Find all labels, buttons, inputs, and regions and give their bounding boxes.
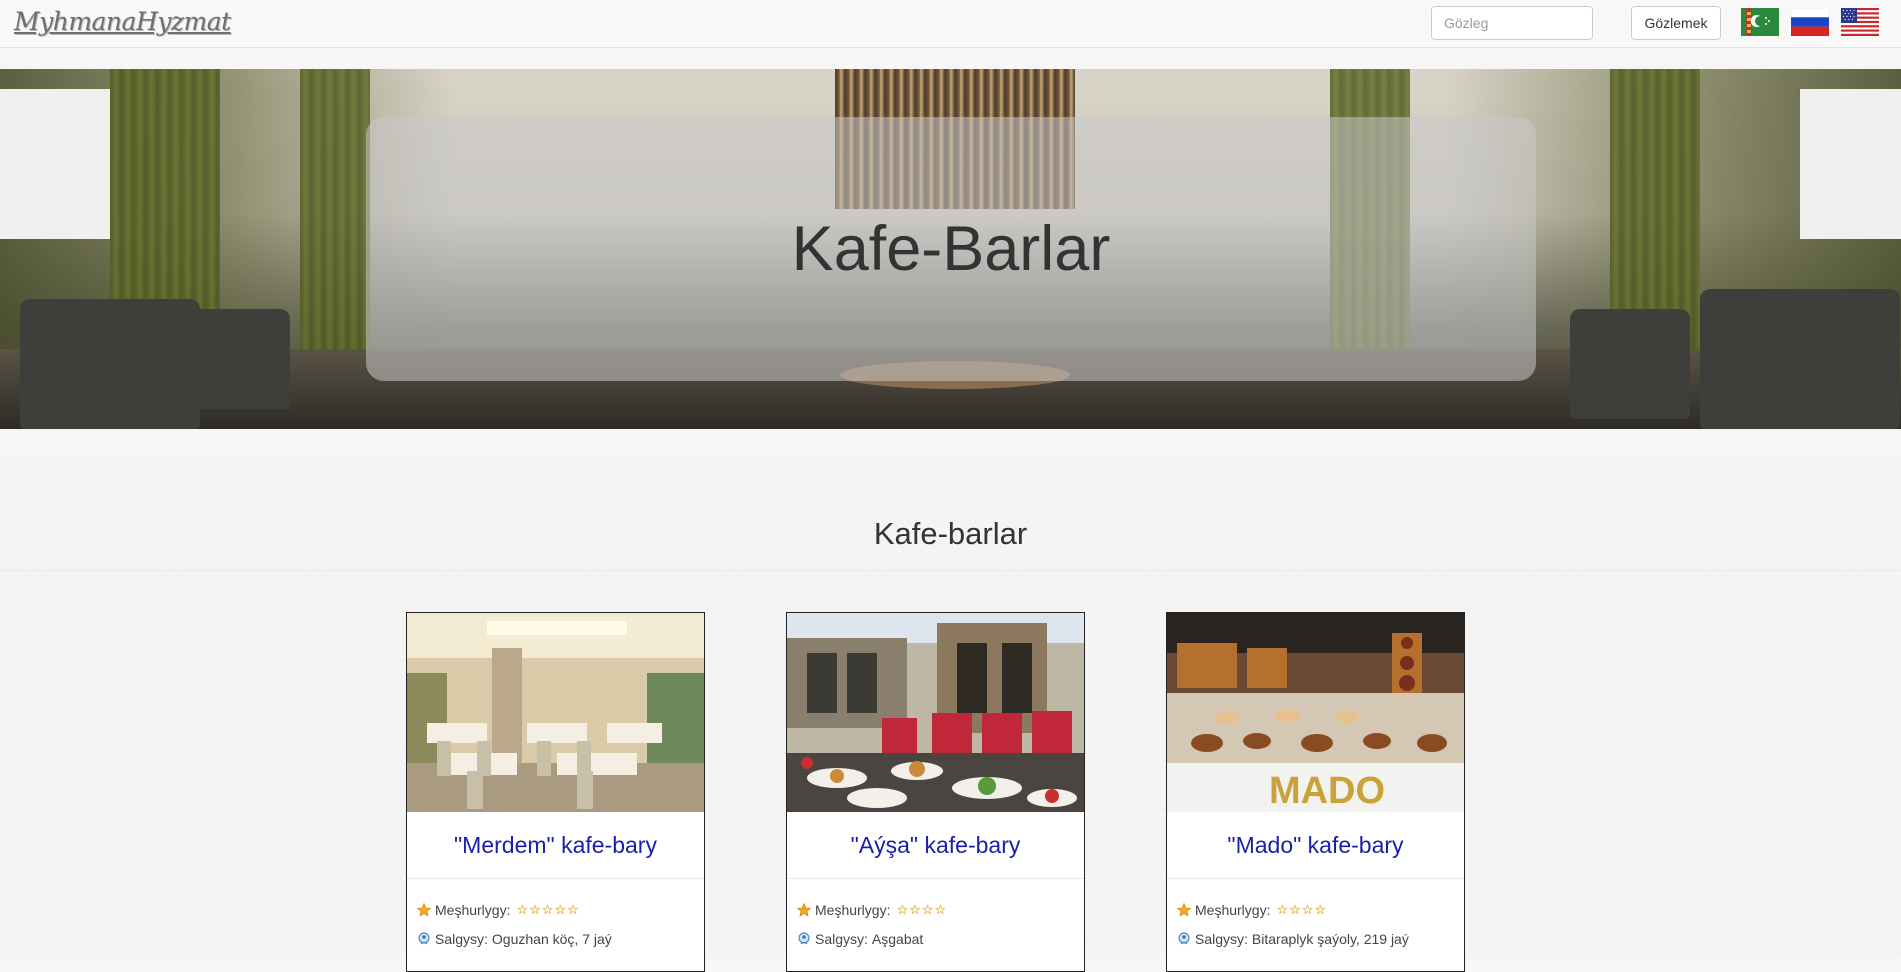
star-icon (796, 902, 812, 917)
popularity-row: Meşhurlygy: ☆ ☆ ☆ ☆ (1176, 901, 1327, 919)
turkmenistan-flag-icon (1741, 8, 1779, 36)
rating-stars: ☆ ☆ ☆ ☆ ☆ (516, 903, 579, 917)
rating-star-icon: ☆ (1289, 902, 1301, 917)
cafe-photo[interactable] (407, 613, 704, 812)
usa-flag-icon (1841, 8, 1879, 36)
address-row: Salgysy: Oguzhan köç, 7 jaý (417, 930, 612, 948)
rating-star-icon: ☆ (567, 902, 579, 917)
cafe-name-link[interactable]: "Merdem" kafe-bary (407, 832, 704, 859)
rating-star-icon: ☆ (1301, 902, 1314, 917)
address-row: Salgysy: Aşgabat (797, 930, 923, 948)
rating-star-icon: ☆ (934, 902, 947, 917)
search-button[interactable]: Gözlemek (1631, 6, 1721, 40)
cafe-photo-mado: MADO (1167, 613, 1464, 812)
card-divider (407, 878, 704, 879)
navbar: MyhmanaHyzmat Gözlemek (0, 0, 1901, 48)
location-pin-icon (417, 932, 431, 946)
rating-stars: ☆ ☆ ☆ ☆ (896, 903, 947, 917)
address-value: Bitaraplyk şaýoly, 219 jaý (1251, 931, 1409, 947)
rating-star-icon: ☆ (554, 902, 567, 917)
search-input[interactable] (1431, 6, 1593, 40)
hero-panel: Kafe-Barlar (366, 117, 1536, 381)
cafe-photo-aysa (787, 613, 1084, 812)
address-label: Salgysy: (435, 931, 488, 947)
rating-stars: ☆ ☆ ☆ ☆ (1276, 903, 1327, 917)
star-icon (416, 902, 432, 917)
cafe-card[interactable]: "Aýşa" kafe-bary Meşhurlygy: ☆ ☆ ☆ ☆ Salgys… (786, 612, 1085, 972)
address-row: Salgysy: Bitaraplyk şaýoly, 219 jaý (1177, 930, 1409, 948)
cafe-card[interactable]: "Merdem" kafe-bary Meşhurlygy: ☆ ☆ ☆ ☆ ☆ Sal… (406, 612, 705, 972)
turkmenistan-flag[interactable] (1741, 8, 1779, 36)
section-title: Kafe-barlar (873, 516, 1028, 551)
hero-chair (20, 299, 200, 429)
star-icon (1176, 902, 1192, 917)
hero-window-left (0, 89, 110, 239)
cafe-photo-merdem (407, 613, 704, 812)
address-label: Salgysy: (815, 931, 868, 947)
hero-title: Kafe-Barlar (791, 214, 1111, 284)
rating-star-icon: ☆ (1276, 902, 1289, 917)
popularity-row: Meşhurlygy: ☆ ☆ ☆ ☆ (796, 901, 947, 919)
hero-chair (180, 309, 290, 409)
popularity-row: Meşhurlygy: ☆ ☆ ☆ ☆ ☆ (416, 901, 580, 919)
cafe-photo[interactable] (787, 613, 1084, 812)
card-divider (787, 878, 1084, 879)
section-divider (0, 570, 1901, 571)
rating-star-icon: ☆ (921, 902, 934, 917)
russia-flag[interactable] (1791, 8, 1829, 36)
hero-chair (1570, 309, 1690, 419)
cafe-name-link[interactable]: "Mado" kafe-bary (1167, 832, 1464, 859)
location-pin-icon (797, 932, 811, 946)
cafe-name-link[interactable]: "Aýşa" kafe-bary (787, 832, 1084, 859)
address-value: Aşgabat (871, 931, 924, 947)
cafe-card[interactable]: MADO "Mado" kafe-bary Meşhurlygy: ☆ ☆ ☆ ☆ S… (1166, 612, 1465, 972)
address-value: Oguzhan köç, 7 jaý (491, 931, 612, 947)
hero-chair (1700, 289, 1900, 429)
rating-star-icon: ☆ (541, 902, 554, 917)
card-divider (1167, 878, 1464, 879)
rating-star-icon: ☆ (529, 902, 541, 917)
popularity-label: Meşhurlygy: (1195, 902, 1271, 918)
brand-logo[interactable]: MyhmanaHyzmat (14, 2, 231, 42)
usa-flag[interactable] (1841, 8, 1879, 36)
address-label: Salgysy: (1195, 931, 1248, 947)
rating-star-icon: ☆ (516, 902, 529, 917)
popularity-label: Meşhurlygy: (815, 902, 891, 918)
rating-star-icon: ☆ (896, 902, 909, 917)
rating-star-icon: ☆ (1314, 902, 1327, 917)
popularity-label: Meşhurlygy: (435, 902, 511, 918)
hero-window-right (1800, 89, 1901, 239)
cafe-photo[interactable]: MADO (1167, 613, 1464, 812)
hero-banner: Kafe-Barlar (0, 69, 1901, 429)
russia-flag-icon (1791, 8, 1829, 36)
svg-text:MADO: MADO (1269, 770, 1385, 812)
location-pin-icon (1177, 932, 1191, 946)
rating-star-icon: ☆ (909, 902, 921, 917)
